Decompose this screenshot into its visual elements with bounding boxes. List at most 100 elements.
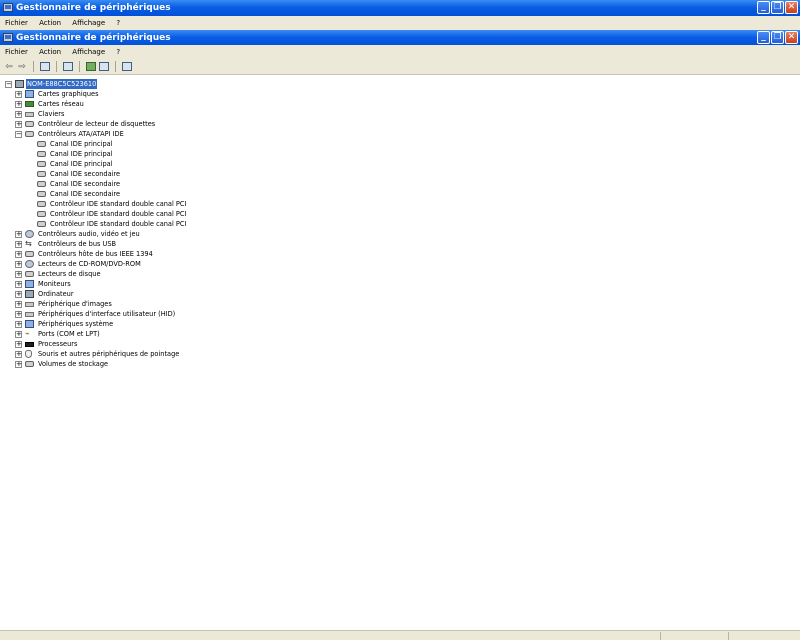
menu-fichier[interactable]: Fichier	[5, 48, 28, 56]
tree-node-label: Cartes graphiques	[38, 90, 99, 98]
tree-node-label: Contrôleur IDE standard double canal PCI	[50, 220, 187, 228]
system-device-icon	[25, 320, 34, 328]
expand-icon[interactable]: +	[15, 331, 22, 338]
tree-category[interactable]: + Contrôleurs hôte de bus IEEE 1394	[0, 249, 800, 259]
toolbar-separator	[115, 61, 116, 72]
tree-device[interactable]: Canal IDE secondaire	[0, 179, 800, 189]
show-hide-console-tree-icon[interactable]	[40, 62, 50, 71]
expand-icon[interactable]: +	[15, 341, 22, 348]
tree-device[interactable]: Canal IDE principal	[0, 159, 800, 169]
tree-category[interactable]: + Contrôleurs audio, vidéo et jeu	[0, 229, 800, 239]
expand-icon[interactable]: +	[15, 351, 22, 358]
ide-channel-icon	[37, 211, 46, 217]
tree-category[interactable]: + ⇆ Contrôleurs de bus USB	[0, 239, 800, 249]
expand-icon[interactable]: +	[15, 321, 22, 328]
tree-category[interactable]: + Lecteurs de CD-ROM/DVD-ROM	[0, 259, 800, 269]
ide-channel-icon	[37, 191, 46, 197]
tree-category[interactable]: + Ordinateur	[0, 289, 800, 299]
toolbar-separator	[56, 61, 57, 72]
tree-device[interactable]: Contrôleur IDE standard double canal PCI	[0, 209, 800, 219]
tree-category[interactable]: + Périphérique d'images	[0, 299, 800, 309]
menu-help[interactable]: ?	[116, 19, 120, 27]
tree-node-label: Contrôleur de lecteur de disquettes	[38, 120, 156, 128]
inner-window-title: Gestionnaire de périphériques	[16, 33, 171, 43]
tree-category[interactable]: + Volumes de stockage	[0, 359, 800, 369]
tree-node-label: Ports (COM et LPT)	[38, 330, 100, 338]
forward-arrow-icon[interactable]: ⇨	[17, 62, 27, 72]
expand-icon[interactable]: +	[15, 231, 22, 238]
expand-icon[interactable]: +	[15, 91, 22, 98]
tree-category[interactable]: + Cartes graphiques	[0, 89, 800, 99]
cdrom-icon	[25, 260, 34, 268]
close-button[interactable]: ✕	[785, 1, 798, 14]
tree-category[interactable]: + Périphériques système	[0, 319, 800, 329]
tree-device[interactable]: Canal IDE principal	[0, 149, 800, 159]
keyboard-icon	[25, 112, 34, 117]
tree-node-label: Cartes réseau	[38, 100, 84, 108]
menu-affichage[interactable]: Affichage	[72, 48, 105, 56]
expand-icon[interactable]: +	[15, 121, 22, 128]
expand-icon[interactable]: +	[15, 311, 22, 318]
restore-button[interactable]: ❐	[771, 1, 784, 14]
expand-icon[interactable]: +	[15, 101, 22, 108]
status-bar	[0, 630, 800, 640]
tree-category[interactable]: + Contrôleur de lecteur de disquettes	[0, 119, 800, 129]
monitor-icon	[25, 90, 34, 98]
collapse-icon[interactable]: −	[15, 131, 22, 138]
expand-icon[interactable]: +	[15, 301, 22, 308]
tree-category[interactable]: + Cartes réseau	[0, 99, 800, 109]
tree-category[interactable]: + Lecteurs de disque	[0, 269, 800, 279]
outer-title-bar[interactable]: Gestionnaire de périphériques _ ❐ ✕	[0, 0, 800, 16]
expand-icon[interactable]: +	[15, 271, 22, 278]
tree-category[interactable]: + Souris et autres périphériques de point…	[0, 349, 800, 359]
tree-device[interactable]: Canal IDE secondaire	[0, 169, 800, 179]
imaging-device-icon	[25, 302, 34, 307]
outer-window-title: Gestionnaire de périphériques	[16, 3, 171, 13]
tree-node-label: Volumes de stockage	[38, 360, 109, 368]
tree-device[interactable]: Canal IDE secondaire	[0, 189, 800, 199]
expand-icon[interactable]: +	[15, 361, 22, 368]
tree-node-label: Processeurs	[38, 340, 78, 348]
tree-category[interactable]: + Claviers	[0, 109, 800, 119]
scan-hardware-icon[interactable]	[86, 62, 96, 71]
back-arrow-icon[interactable]: ⇦	[4, 62, 14, 72]
collapse-icon[interactable]: −	[5, 81, 12, 88]
minimize-button[interactable]: _	[757, 1, 770, 14]
tree-node-label: Lecteurs de CD-ROM/DVD-ROM	[38, 260, 141, 268]
tree-device[interactable]: Contrôleur IDE standard double canal PCI	[0, 219, 800, 229]
expand-icon[interactable]: +	[15, 241, 22, 248]
expand-icon[interactable]: +	[15, 291, 22, 298]
menu-action[interactable]: Action	[39, 48, 61, 56]
expand-icon[interactable]: +	[15, 261, 22, 268]
tree-node-label: Périphériques système	[38, 320, 114, 328]
tree-category[interactable]: + Périphériques d'interface utilisateur (…	[0, 309, 800, 319]
menu-help[interactable]: ?	[116, 48, 120, 56]
tree-category[interactable]: + Processeurs	[0, 339, 800, 349]
expand-icon[interactable]: +	[15, 111, 22, 118]
expand-icon[interactable]: +	[15, 281, 22, 288]
expand-icon[interactable]: +	[15, 251, 22, 258]
print-icon[interactable]	[63, 62, 73, 71]
tree-category[interactable]: + ⌁ Ports (COM et LPT)	[0, 329, 800, 339]
tree-category[interactable]: + Moniteurs	[0, 279, 800, 289]
tree-node-label: Contrôleur IDE standard double canal PCI	[50, 210, 187, 218]
menu-action[interactable]: Action	[39, 19, 61, 27]
tree-device[interactable]: Contrôleur IDE standard double canal PCI	[0, 199, 800, 209]
inner-close-button[interactable]: ✕	[785, 31, 798, 44]
properties-icon[interactable]	[99, 62, 109, 71]
tree-category[interactable]: − Contrôleurs ATA/ATAPI IDE	[0, 129, 800, 139]
menu-affichage[interactable]: Affichage	[72, 19, 105, 27]
inner-minimize-button[interactable]: _	[757, 31, 770, 44]
inner-restore-button[interactable]: ❐	[771, 31, 784, 44]
help-icon[interactable]	[122, 62, 132, 71]
tree-device[interactable]: Canal IDE principal	[0, 139, 800, 149]
status-pane	[660, 632, 728, 640]
inner-title-bar[interactable]: Gestionnaire de périphériques _ ❐ ✕	[0, 30, 800, 46]
tree-root-computer[interactable]: − NOM-E88C5C523610	[0, 79, 800, 89]
processor-icon	[25, 342, 34, 347]
status-pane	[728, 632, 800, 640]
computer-icon	[25, 290, 34, 298]
menu-fichier[interactable]: Fichier	[5, 19, 28, 27]
tree-node-label: NOM-E88C5C523610	[26, 79, 98, 89]
tree-node-label: Canal IDE secondaire	[50, 180, 121, 188]
